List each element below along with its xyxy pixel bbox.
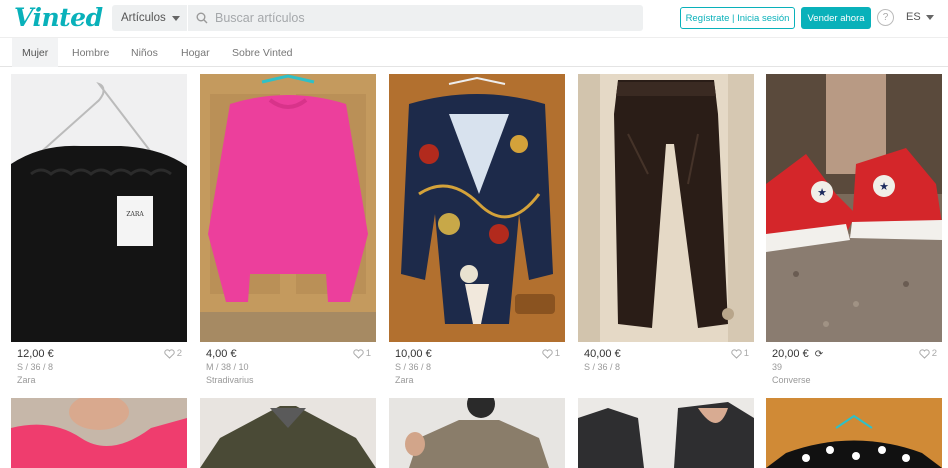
sell-now-button[interactable]: Vender ahora xyxy=(801,7,871,29)
item-size: S / 36 / 8 xyxy=(395,362,432,372)
item-photo[interactable] xyxy=(766,398,942,468)
chevron-down-icon xyxy=(925,14,934,20)
svg-text:★: ★ xyxy=(879,181,889,193)
top-header: Vinted Artículos Regístrate | Inicia ses… xyxy=(0,0,948,36)
item-brand[interactable]: Zara xyxy=(395,375,414,385)
heart-icon xyxy=(731,348,742,359)
search-bar[interactable] xyxy=(188,5,643,31)
language-label: ES xyxy=(906,11,921,23)
category-nav: Mujer Hombre Niños Hogar Sobre Vinted xyxy=(0,37,948,67)
item-photo[interactable] xyxy=(11,398,187,468)
item-photo[interactable] xyxy=(578,74,754,342)
heart-icon xyxy=(353,348,364,359)
item-size: 39 xyxy=(772,362,783,372)
item-price: 20,00 € ⟳ xyxy=(772,348,823,360)
nav-item-ninos[interactable]: Niños xyxy=(121,38,168,67)
item-photo[interactable]: ZARA xyxy=(11,74,187,342)
item-price: 40,00 € xyxy=(584,348,621,360)
item-brand[interactable]: Zara xyxy=(17,375,36,385)
item-card[interactable]: ★ ★ 20,00 € ⟳ 39 Converse 2 xyxy=(766,74,942,397)
item-brand[interactable]: Stradivarius xyxy=(206,375,254,385)
item-photo[interactable] xyxy=(200,74,376,342)
favorite-count: 1 xyxy=(365,348,371,359)
item-price-value: 20,00 € xyxy=(772,348,809,360)
item-card[interactable]: ZARA 12,00 € S / 36 / 8 Zara 2 xyxy=(11,74,187,397)
favorite-count: 2 xyxy=(176,348,182,359)
heart-icon xyxy=(919,348,930,359)
item-brand[interactable]: Converse xyxy=(772,375,811,385)
favorite-button[interactable]: 1 xyxy=(353,348,371,359)
item-photo[interactable]: ★ ★ xyxy=(766,74,942,342)
favorite-count: 1 xyxy=(554,348,560,359)
item-card[interactable]: 4,00 € M / 38 / 10 Stradivarius 1 xyxy=(200,74,376,397)
item-price: 10,00 € xyxy=(395,348,432,360)
chevron-down-icon xyxy=(171,15,180,21)
search-input[interactable] xyxy=(215,11,615,25)
item-photo[interactable] xyxy=(389,398,565,468)
item-photo[interactable] xyxy=(578,398,754,468)
help-icon[interactable]: ? xyxy=(877,9,894,26)
heart-icon xyxy=(542,348,553,359)
heart-icon xyxy=(164,348,175,359)
item-card[interactable]: 10,00 € S / 36 / 8 Zara 1 xyxy=(389,74,565,397)
register-login-button[interactable]: Regístrate | Inicia sesión xyxy=(680,7,795,29)
item-price: 4,00 € xyxy=(206,348,237,360)
item-photo[interactable] xyxy=(200,398,376,468)
language-select[interactable]: ES xyxy=(906,11,934,23)
item-size: M / 38 / 10 xyxy=(206,362,249,372)
zara-tag-text: ZARA xyxy=(126,211,144,218)
search-icon xyxy=(196,12,208,24)
item-photo[interactable] xyxy=(389,74,565,342)
nav-item-hogar[interactable]: Hogar xyxy=(171,38,220,67)
favorite-count: 2 xyxy=(931,348,937,359)
vinted-logo[interactable]: Vinted xyxy=(14,3,103,32)
swap-icon: ⟳ xyxy=(814,349,824,360)
nav-item-mujer[interactable]: Mujer xyxy=(12,38,59,67)
favorite-button[interactable]: 2 xyxy=(919,348,937,359)
item-size: S / 36 / 8 xyxy=(584,362,621,372)
category-select[interactable]: Artículos xyxy=(112,5,187,31)
favorite-button[interactable]: 2 xyxy=(164,348,182,359)
favorite-button[interactable]: 1 xyxy=(731,348,749,359)
item-price: 12,00 € xyxy=(17,348,54,360)
item-size: S / 36 / 8 xyxy=(17,362,54,372)
favorite-count: 1 xyxy=(743,348,749,359)
item-card[interactable]: 40,00 € S / 36 / 8 1 xyxy=(578,74,754,397)
category-select-label: Artículos xyxy=(121,12,166,24)
favorite-button[interactable]: 1 xyxy=(542,348,560,359)
nav-item-sobre-vinted[interactable]: Sobre Vinted xyxy=(222,38,303,67)
nav-item-hombre[interactable]: Hombre xyxy=(62,38,119,67)
svg-text:★: ★ xyxy=(817,187,827,199)
